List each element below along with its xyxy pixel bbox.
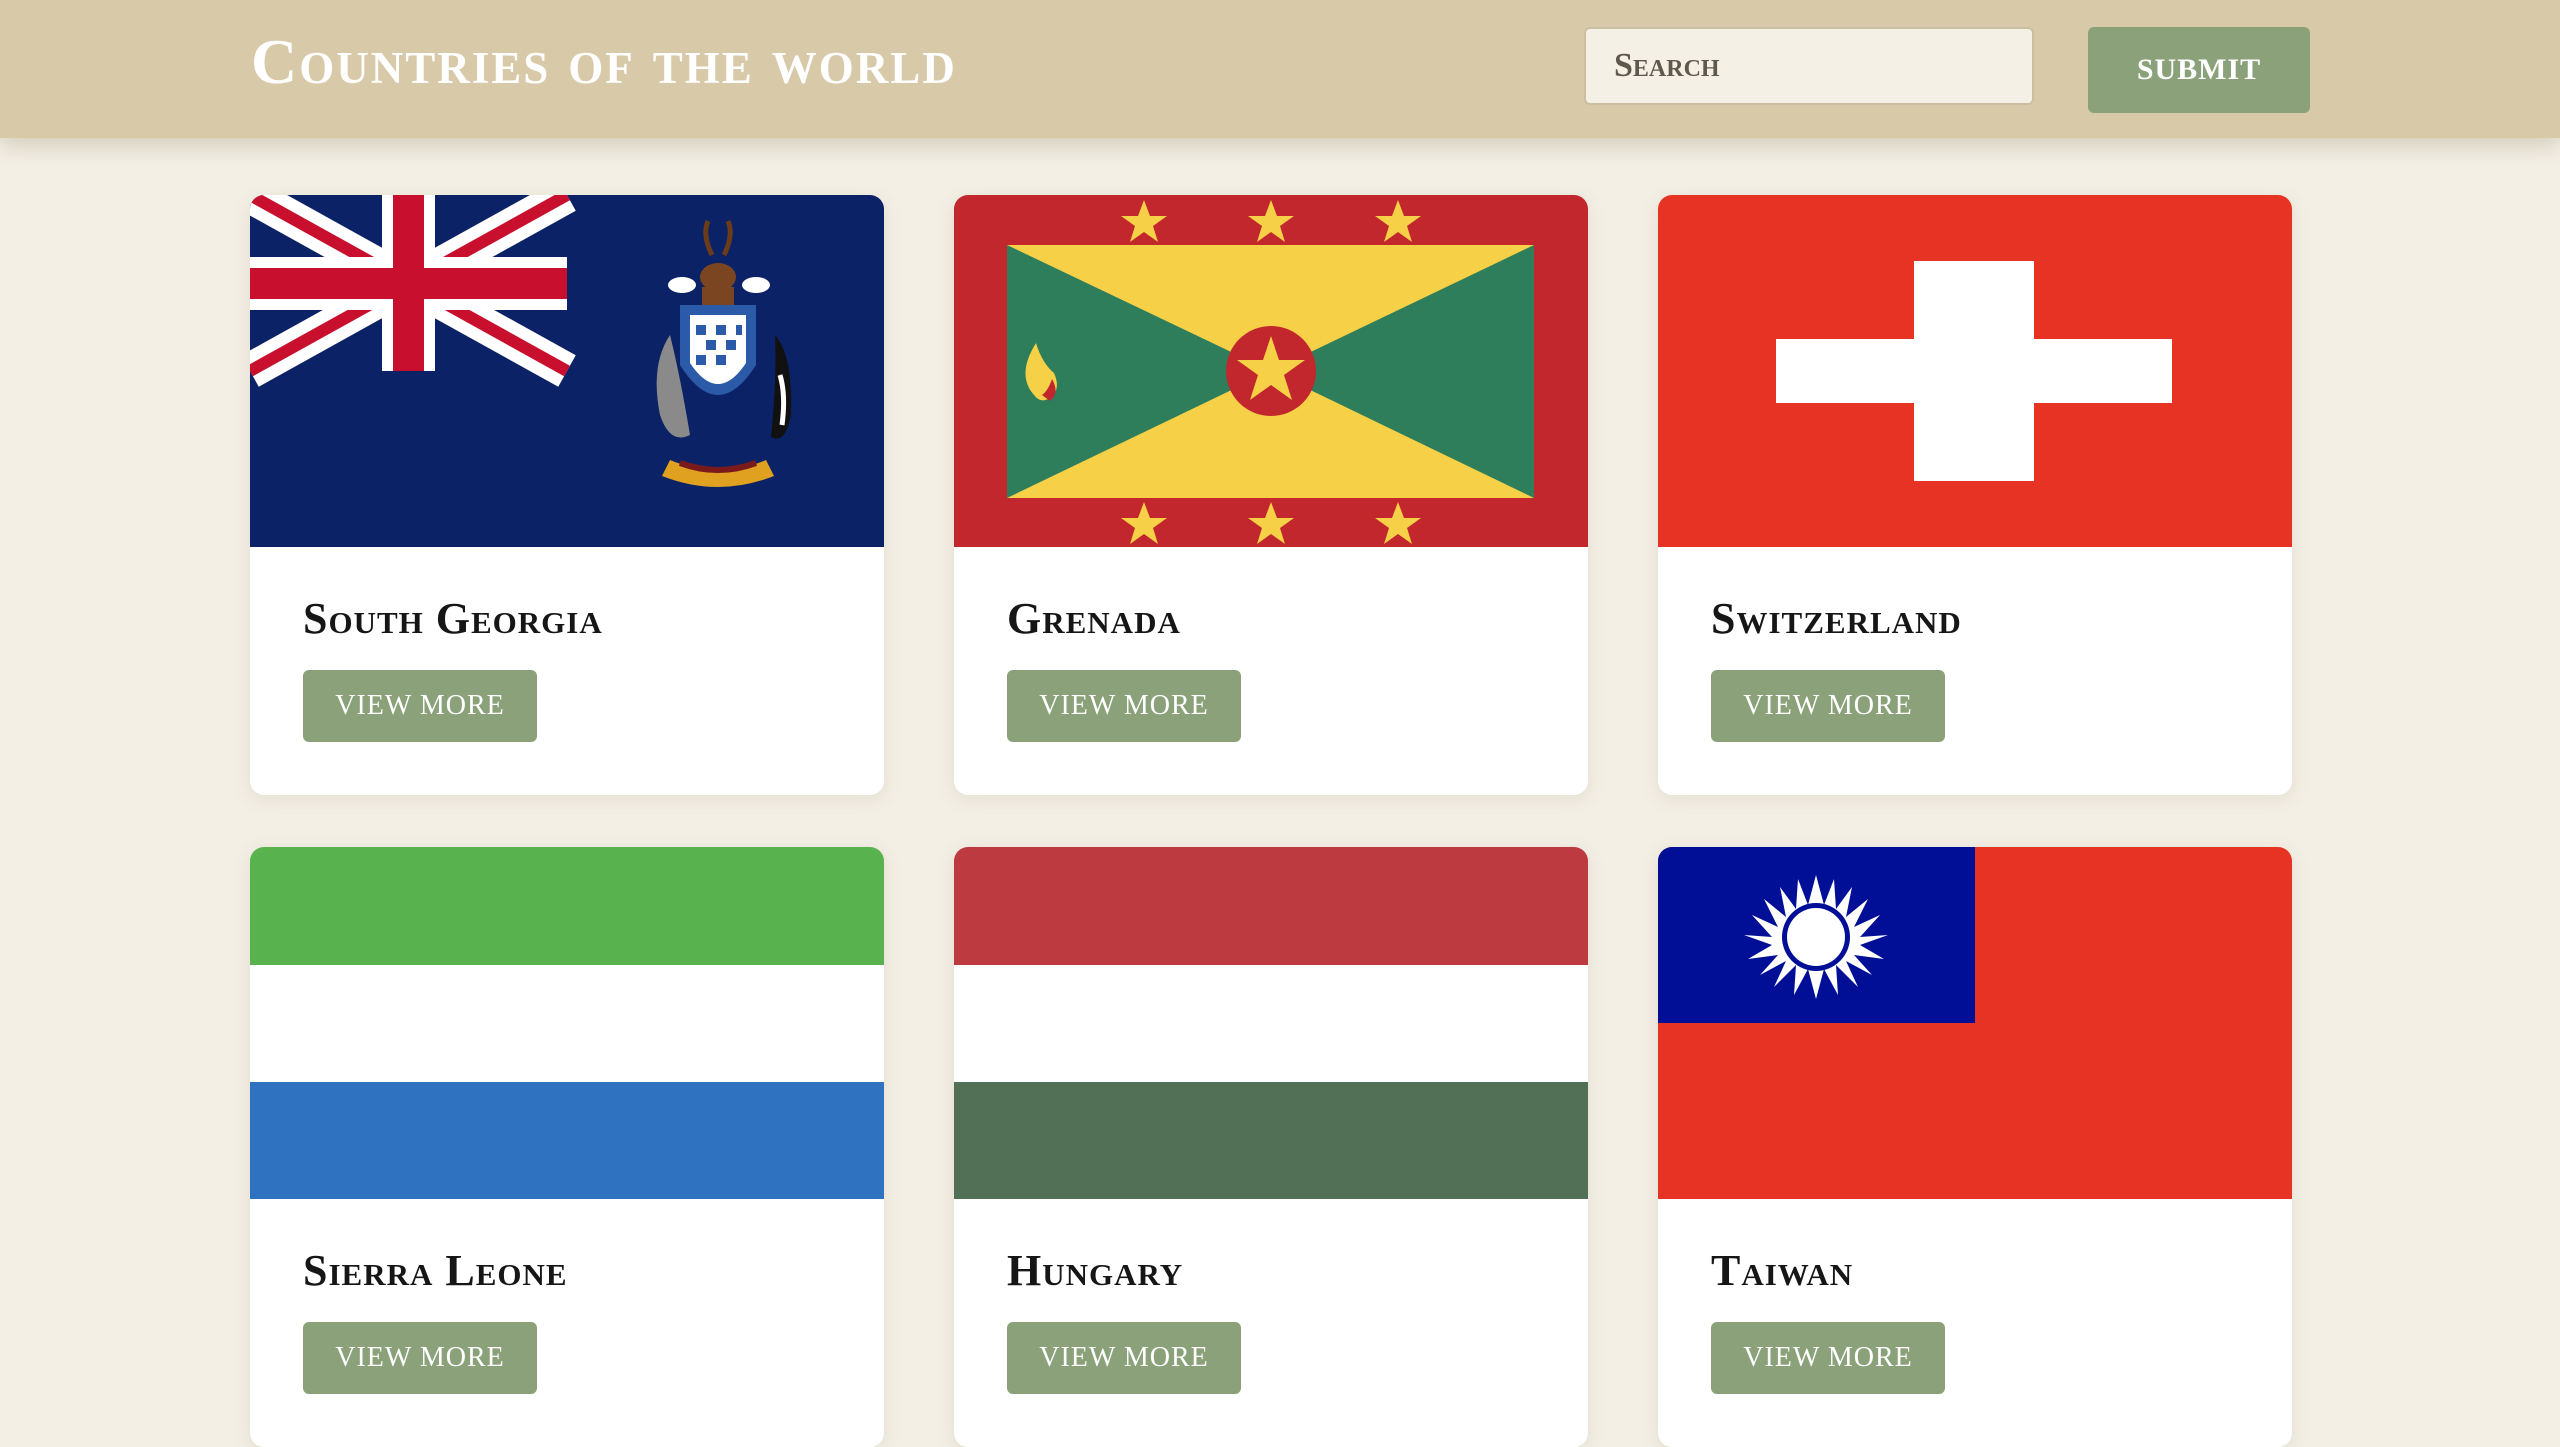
country-card-taiwan: Taiwan VIEW MORE	[1658, 847, 2292, 1447]
country-name: Switzerland	[1711, 594, 1962, 643]
sierra-leone-flag	[250, 847, 884, 1199]
view-more-button[interactable]: VIEW MORE	[1007, 670, 1241, 742]
taiwan-flag	[1658, 847, 2292, 1199]
view-more-button[interactable]: VIEW MORE	[303, 1322, 537, 1394]
country-name: Grenada	[1007, 594, 1181, 643]
country-name: Sierra Leone	[303, 1246, 568, 1295]
search-input[interactable]	[1584, 27, 2034, 105]
page-title: Countries of the world	[251, 26, 957, 97]
view-more-button[interactable]: VIEW MORE	[303, 670, 537, 742]
site-header: Countries of the world SUBMIT	[0, 0, 2560, 138]
view-more-button[interactable]: VIEW MORE	[1711, 1322, 1945, 1394]
grenada-flag	[954, 195, 1588, 547]
country-card-grenada: Grenada VIEW MORE	[954, 195, 1588, 795]
view-more-button[interactable]: VIEW MORE	[1711, 670, 1945, 742]
country-grid: South Georgia VIEW MORE Grenada VIEW MOR…	[250, 195, 2292, 1447]
switzerland-flag	[1658, 195, 2292, 547]
country-name: Taiwan	[1711, 1246, 1854, 1295]
country-name: Hungary	[1007, 1246, 1184, 1295]
country-card-switzerland: Switzerland VIEW MORE	[1658, 195, 2292, 795]
country-card-south-georgia: South Georgia VIEW MORE	[250, 195, 884, 795]
submit-button[interactable]: SUBMIT	[2088, 27, 2310, 113]
south-georgia-flag	[250, 195, 884, 547]
country-name: South Georgia	[303, 594, 603, 643]
hungary-flag	[954, 847, 1588, 1199]
view-more-button[interactable]: VIEW MORE	[1007, 1322, 1241, 1394]
country-card-sierra-leone: Sierra Leone VIEW MORE	[250, 847, 884, 1447]
country-card-hungary: Hungary VIEW MORE	[954, 847, 1588, 1447]
